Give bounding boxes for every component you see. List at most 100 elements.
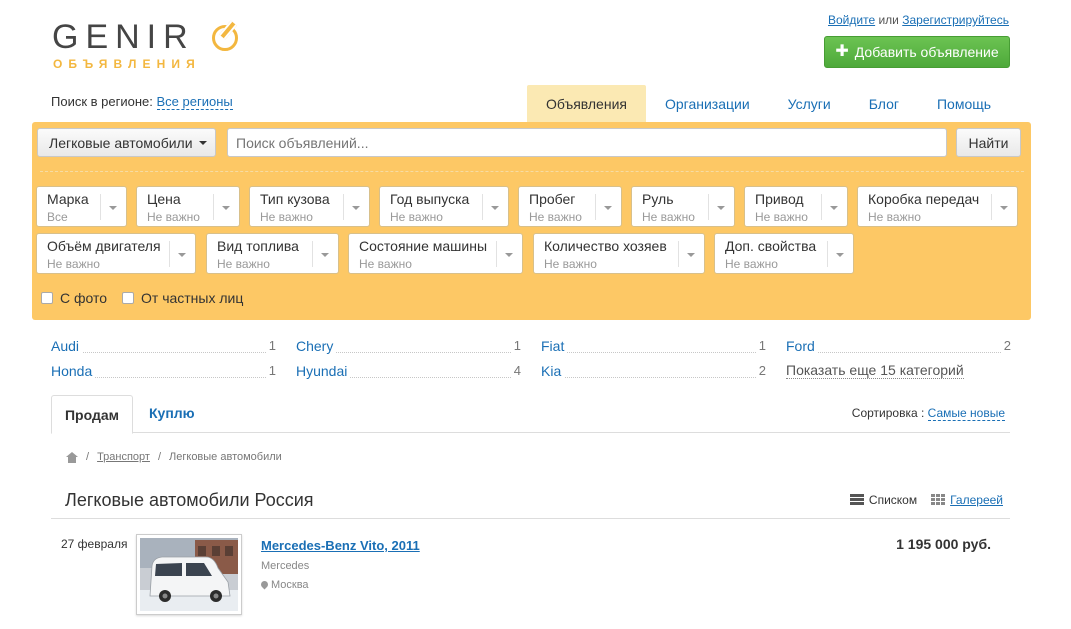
private-sellers-label: От частных лиц	[141, 290, 244, 306]
filter-label: Количество хозяев	[544, 238, 667, 254]
nav-tab-listings[interactable]: Объявления	[527, 85, 646, 122]
filter-separator	[169, 241, 170, 267]
view-list-label: Списком	[868, 493, 918, 507]
brand-name[interactable]: Chery	[296, 338, 337, 354]
car-photo	[140, 538, 238, 611]
brand-item[interactable]: Audi 1	[51, 338, 276, 358]
brand-name[interactable]: Hyundai	[296, 363, 351, 379]
page-title: Легковые автомобили Россия	[65, 490, 314, 510]
breadcrumb-transport[interactable]: Транспорт	[97, 451, 150, 463]
brand-item[interactable]: Ford 2	[786, 338, 1011, 358]
filter-value: Не важно	[147, 210, 200, 224]
filter-value: Не важно	[47, 257, 100, 271]
breadcrumb-separator: /	[157, 451, 162, 463]
nav-tab-help[interactable]: Помощь	[918, 85, 1010, 122]
filter-separator	[678, 241, 679, 267]
filter-price[interactable]: Цена Не важно	[136, 186, 240, 227]
filter-drive[interactable]: Привод Не важно	[744, 186, 848, 227]
filter-year[interactable]: Год выпуска Не важно	[379, 186, 509, 227]
brand-count: 1	[265, 363, 276, 378]
listing-brand: Mercedes	[261, 560, 310, 572]
map-pin-icon	[261, 581, 268, 590]
view-list[interactable]: Списком	[849, 493, 918, 507]
brand-count: 2	[1000, 338, 1011, 353]
search-input[interactable]	[227, 128, 947, 157]
filter-value: Не важно	[359, 257, 412, 271]
private-sellers-checkbox[interactable]: От частных лиц	[122, 290, 243, 306]
sort-dropdown[interactable]: Самые новые	[927, 406, 1005, 421]
home-icon[interactable]	[66, 451, 78, 463]
breadcrumb-separator: /	[86, 451, 90, 463]
checkbox-box[interactable]	[122, 292, 134, 304]
category-dropdown[interactable]: Легковые автомобили	[37, 128, 216, 157]
brand-name[interactable]: Honda	[51, 363, 96, 379]
add-listing-button[interactable]: ✚ Добавить объявление	[824, 36, 1010, 68]
filter-extra[interactable]: Доп. свойства Не важно	[714, 233, 854, 274]
brand-item[interactable]: Kia 2	[541, 363, 766, 383]
chevron-down-icon	[687, 253, 695, 257]
filter-separator	[482, 194, 483, 220]
brand-item[interactable]: Fiat 1	[541, 338, 766, 358]
filter-engine-volume[interactable]: Объём двигателя Не важно	[36, 233, 196, 274]
tab-buy[interactable]: Куплю	[149, 405, 195, 421]
brand-item[interactable]: Hyundai 4	[296, 363, 521, 383]
view-gallery-link[interactable]: Галереей	[950, 493, 1003, 507]
category-dropdown-label: Легковые автомобили	[49, 134, 193, 151]
leader-dots	[541, 352, 766, 353]
filter-label: Тип кузова	[260, 191, 330, 207]
filter-separator	[821, 194, 822, 220]
filter-label: Пробег	[529, 191, 576, 207]
filter-value: Не важно	[217, 257, 270, 271]
brand-name[interactable]: Audi	[51, 338, 83, 354]
brand-name[interactable]: Ford	[786, 338, 818, 354]
chevron-down-icon	[604, 206, 612, 210]
view-gallery[interactable]: Галереей	[931, 493, 1003, 507]
brand-item[interactable]: Honda 1	[51, 363, 276, 383]
with-photo-checkbox[interactable]: С фото	[41, 290, 107, 306]
nav-tab-services[interactable]: Услуги	[769, 85, 850, 122]
listing-thumbnail[interactable]	[136, 534, 242, 615]
logo-subtitle: ОБЪЯВЛЕНИЯ	[53, 57, 201, 71]
filter-mileage[interactable]: Пробег Не важно	[518, 186, 622, 227]
filter-separator	[827, 241, 828, 267]
filter-value: Не важно	[642, 210, 695, 224]
brand-count: 4	[510, 363, 521, 378]
main-nav: Объявления Организации Услуги Блог Помощ…	[527, 85, 1010, 122]
chevron-down-icon	[1000, 206, 1008, 210]
filter-fuel[interactable]: Вид топлива Не важно	[206, 233, 339, 274]
filter-steering[interactable]: Руль Не важно	[631, 186, 735, 227]
listing-date: 27 февраля	[61, 537, 128, 551]
filter-separator	[496, 241, 497, 267]
checkbox-box[interactable]	[41, 292, 53, 304]
filter-value: Не важно	[260, 210, 313, 224]
logo-mark-icon	[212, 25, 238, 51]
brand-count: 2	[755, 363, 766, 378]
show-more-categories-link[interactable]: Показать еще 15 категорий	[786, 362, 964, 379]
brand-count: 1	[755, 338, 766, 353]
search-button[interactable]: Найти	[956, 128, 1021, 157]
filter-label: Руль	[642, 191, 674, 207]
brand-name[interactable]: Kia	[541, 363, 565, 379]
brand-name[interactable]: Fiat	[541, 338, 568, 354]
register-link[interactable]: Зарегистрируйтесь	[902, 13, 1009, 27]
leader-dots	[541, 377, 766, 378]
filter-transmission[interactable]: Коробка передач Не важно	[857, 186, 1018, 227]
leader-dots	[51, 352, 276, 353]
filter-owners[interactable]: Количество хозяев Не важно	[533, 233, 705, 274]
nav-tab-blog[interactable]: Блог	[850, 85, 918, 122]
filter-make[interactable]: Марка Все	[36, 186, 127, 227]
filter-condition[interactable]: Состояние машины Не важно	[348, 233, 523, 274]
brand-item[interactable]: Chery 1	[296, 338, 521, 358]
nav-tab-organizations[interactable]: Организации	[646, 85, 769, 122]
login-link[interactable]: Войдите	[828, 13, 875, 27]
listing-title-link[interactable]: Mercedes-Benz Vito, 2011	[261, 538, 420, 553]
filter-value: Не важно	[725, 257, 778, 271]
listing-city: Москва	[271, 579, 309, 591]
tab-sell[interactable]: Продам	[51, 395, 133, 434]
filter-label: Марка	[47, 191, 89, 207]
region-link[interactable]: Все регионы	[156, 94, 233, 110]
leader-dots	[786, 352, 1011, 353]
filter-body-type[interactable]: Тип кузова Не важно	[249, 186, 370, 227]
filter-value: Все	[47, 210, 68, 224]
logo[interactable]: GENIR ОБЪЯВЛЕНИЯ	[52, 20, 252, 72]
